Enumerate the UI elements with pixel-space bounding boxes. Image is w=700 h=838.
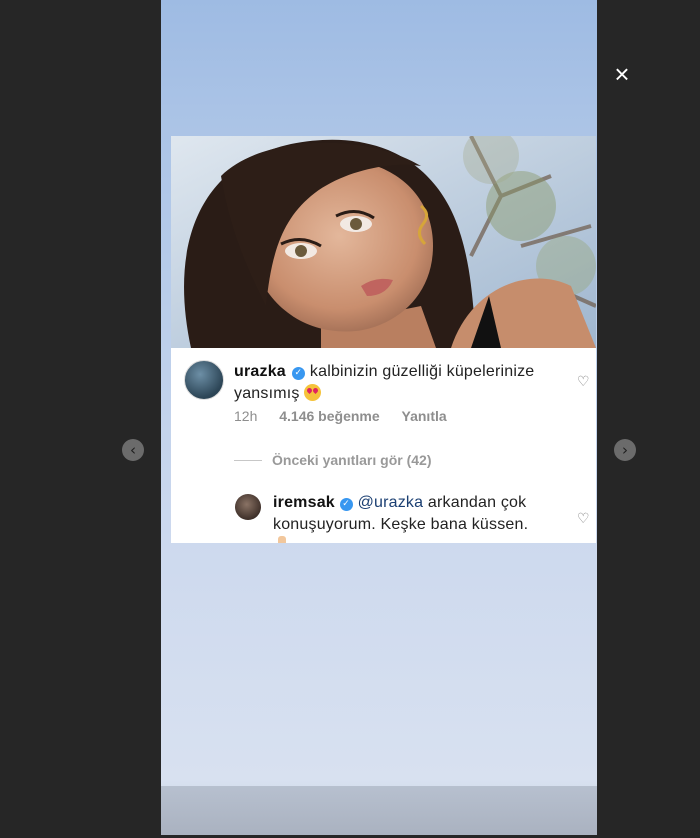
avatar[interactable] [184,360,224,400]
verified-badge-icon: ✓ [291,367,305,380]
verified-badge-icon: ✓ [339,498,353,511]
comment-meta: 12h 4.146 beğenme Yanıtla [234,408,465,424]
reply-button[interactable]: Yanıtla [402,408,447,424]
heart-icon[interactable]: ♡ [577,375,591,389]
reply-text: iremsak ✓ @urazka arkandan çok konuşuyoru… [273,492,563,536]
heart-icon[interactable]: ♡ [577,512,591,526]
reply-mention[interactable]: @urazka [358,494,424,511]
post-screenshot: urazka ✓ kalbinizin güzelliği küpelerinize… [171,136,596,543]
previous-story-button[interactable]: ‹ [122,439,144,461]
avatar[interactable] [235,494,261,520]
comment-likes[interactable]: 4.146 beğenme [279,408,379,424]
previous-replies-label: Önceki yanıtları gör (42) [272,452,432,468]
story-bottom-band [161,786,597,835]
portrait-image [171,136,596,348]
post-photo [171,136,596,348]
comment: urazka ✓ kalbinizin güzelliği küpelerinize… [171,348,596,468]
next-story-button[interactable]: › [614,439,636,461]
thumb-emoji-icon [278,536,286,543]
comment-text: urazka ✓ kalbinizin güzelliği küpelerinize… [234,361,564,405]
comment-username[interactable]: urazka [234,363,286,380]
close-icon[interactable]: × [610,61,634,87]
heart-eyes-emoji-icon [304,384,322,401]
replies-divider [234,460,262,461]
view-previous-replies[interactable]: Önceki yanıtları gör (42) [234,452,432,468]
reply-username[interactable]: iremsak [273,494,335,511]
comment-time: 12h [234,408,258,424]
reply-comment: iremsak ✓ @urazka arkandan çok konuşuyoru… [171,482,596,543]
